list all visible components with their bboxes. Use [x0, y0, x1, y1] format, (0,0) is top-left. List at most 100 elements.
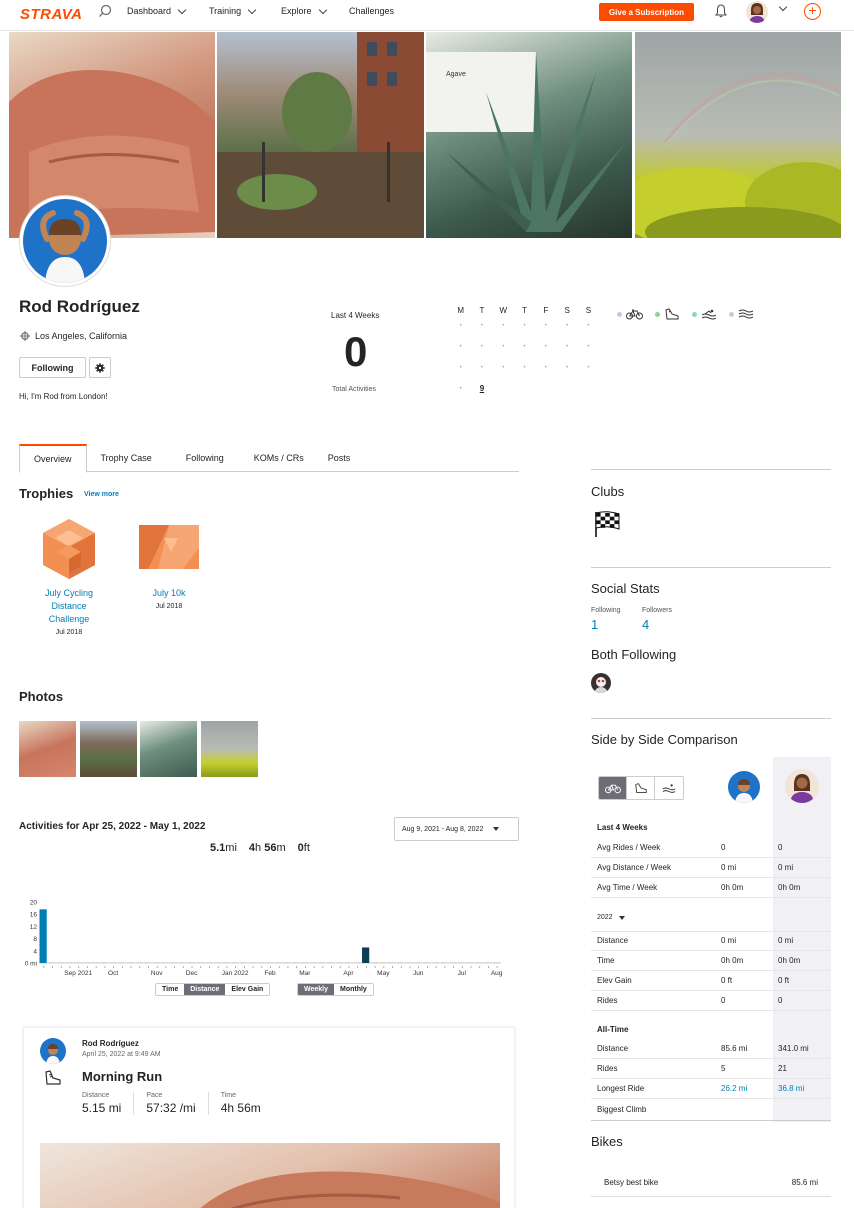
feed-athlete-name[interactable]: Rod Rodríguez [82, 1039, 139, 1048]
following-button[interactable]: Following [19, 357, 86, 378]
photo-thumb-garden[interactable] [80, 721, 137, 777]
chart-bar[interactable] [466, 962, 474, 963]
chevron-down-icon[interactable] [778, 2, 788, 12]
checkered-flag-icon[interactable] [593, 510, 621, 538]
filter-run[interactable] [655, 308, 680, 320]
user-avatar[interactable] [746, 1, 768, 23]
chart-bar[interactable] [109, 962, 117, 963]
following-count[interactable]: 1 [591, 617, 598, 632]
photo-thumb-agave[interactable] [140, 721, 197, 777]
give-subscription-button[interactable]: Give a Subscription [599, 3, 694, 21]
chart-bar[interactable] [231, 962, 239, 963]
chart-bar[interactable] [362, 947, 370, 963]
chart-bar[interactable] [292, 962, 300, 963]
cover-photo-agave[interactable]: Agave [426, 32, 632, 238]
feed-activity-title[interactable]: Morning Run [82, 1069, 162, 1084]
chart-bar[interactable] [152, 962, 161, 963]
chart-bar[interactable] [353, 962, 361, 963]
followers-count[interactable]: 4 [642, 617, 649, 632]
chart-bar[interactable] [100, 962, 108, 963]
chart-bar[interactable] [170, 962, 178, 963]
comparison-value-you[interactable]: 36.8 mi [778, 1084, 831, 1093]
chart-bar[interactable] [423, 962, 431, 963]
chart-bar[interactable] [126, 962, 134, 963]
nav-challenges[interactable]: Challenges [349, 6, 394, 16]
chart-bar[interactable] [56, 962, 65, 963]
chart-bar[interactable] [301, 962, 309, 963]
metric-toggle-option[interactable]: Elev Gain [225, 984, 269, 995]
chart-bar[interactable] [257, 962, 265, 963]
filter-swim[interactable] [692, 308, 717, 320]
chart-bar[interactable] [335, 962, 344, 963]
cover-photo-rainbow[interactable] [635, 32, 841, 238]
chart-bar[interactable] [266, 962, 274, 963]
chart-bar[interactable] [327, 962, 335, 963]
chart-bar[interactable] [196, 962, 204, 963]
chart-bar[interactable] [405, 962, 413, 963]
profile-avatar[interactable] [20, 196, 110, 286]
metric-toggle-option[interactable]: Time [156, 984, 184, 995]
add-icon[interactable]: + [804, 3, 821, 20]
feed-photo[interactable] [40, 1143, 500, 1208]
tab-koms-crs[interactable]: KOMs / CRs [238, 444, 318, 472]
photo-thumb-rainbow[interactable] [201, 721, 258, 777]
chart-bar[interactable] [205, 962, 213, 963]
chart-bar[interactable] [161, 962, 169, 963]
compare-run-button[interactable] [627, 777, 655, 799]
chart-bar[interactable] [318, 962, 326, 963]
chart-bar[interactable] [83, 962, 91, 963]
chart-bar[interactable] [144, 962, 152, 963]
chart-bar[interactable] [388, 962, 396, 963]
chart-bar[interactable] [414, 962, 422, 963]
chart-bar[interactable] [396, 962, 405, 963]
tab-overview[interactable]: Overview [19, 444, 87, 473]
chart-bar[interactable] [135, 962, 143, 963]
strava-logo[interactable]: STRAVA [20, 6, 82, 23]
chart-bar[interactable] [449, 962, 457, 963]
comparison-value-athlete[interactable]: 26.2 mi [721, 1084, 778, 1093]
filter-other[interactable] [729, 308, 754, 320]
chart-bar[interactable] [457, 962, 466, 963]
chart-bar[interactable] [344, 962, 352, 963]
chart-bar[interactable] [248, 962, 256, 963]
comparison-avatar-athlete[interactable] [728, 771, 760, 803]
chart-bar[interactable] [48, 962, 56, 963]
cover-photo-garden[interactable] [217, 32, 424, 238]
bell-icon[interactable] [715, 4, 727, 18]
chart-bar[interactable] [283, 962, 291, 963]
chart-bar[interactable] [187, 962, 195, 963]
tab-posts[interactable]: Posts [318, 444, 365, 472]
chart-bar[interactable] [74, 962, 82, 963]
chart-bar[interactable] [239, 962, 248, 963]
chart-bar[interactable] [484, 962, 492, 963]
chart-bar[interactable] [440, 962, 448, 963]
calendar-today[interactable]: 9 [471, 384, 492, 393]
trophy-july-10k[interactable]: July 10k Jul 2018 [138, 518, 200, 610]
tab-following[interactable]: Following [166, 444, 238, 472]
date-range-select[interactable]: Aug 9, 2021 - Aug 8, 2022 [394, 817, 519, 841]
chart-bar[interactable] [274, 962, 283, 963]
trophy-july-cycling[interactable]: July Cycling Distance Challenge Jul 2018 [30, 518, 108, 636]
feed-avatar[interactable] [40, 1038, 66, 1064]
photo-thumb-chair[interactable] [19, 721, 76, 777]
nav-explore[interactable]: Explore [281, 5, 327, 16]
period-toggle-option[interactable]: Monthly [334, 984, 373, 995]
chart-bar[interactable] [475, 962, 483, 963]
chart-bar[interactable] [379, 962, 387, 963]
view-more-link[interactable]: View more [84, 491, 119, 498]
metric-toggle-option[interactable]: Distance [184, 984, 226, 995]
chart-bar[interactable] [178, 962, 187, 963]
chart-bar[interactable] [431, 962, 439, 963]
chart-bar[interactable] [213, 962, 222, 963]
chart-bar[interactable] [222, 962, 230, 963]
chart-bar[interactable] [39, 909, 47, 963]
search-icon[interactable] [98, 4, 112, 18]
settings-button[interactable] [89, 357, 111, 378]
chart-bar[interactable] [492, 962, 500, 963]
mutual-follower-avatar[interactable] [591, 673, 611, 693]
filter-ride[interactable] [617, 309, 643, 320]
chart-bar[interactable] [65, 962, 73, 963]
tab-trophy-case[interactable]: Trophy Case [87, 444, 166, 472]
comparison-avatar-you[interactable] [785, 769, 819, 803]
nav-dashboard[interactable]: Dashboard [127, 5, 187, 16]
